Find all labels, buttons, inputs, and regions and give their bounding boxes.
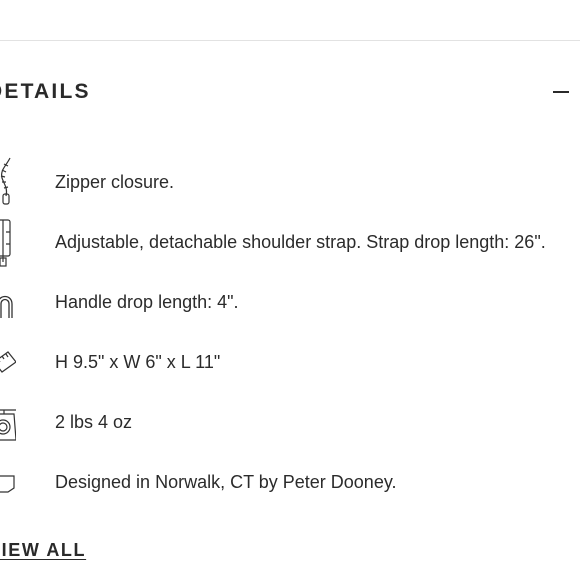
detail-text: Handle drop length: 4". — [55, 292, 239, 312]
detail-text: H 9.5" x W 6" x L 11" — [55, 352, 221, 372]
tag-icon — [0, 454, 16, 510]
detail-text: Designed in Norwalk, CT by Peter Dooney. — [55, 472, 397, 492]
details-list: Zipper closure. Adjustable, detachable s… — [0, 152, 580, 512]
detail-text: Adjustable, detachable shoulder strap. S… — [55, 232, 546, 252]
collapse-toggle-button[interactable] — [548, 78, 574, 106]
list-item: Designed in Norwalk, CT by Peter Dooney. — [0, 452, 580, 512]
product-details-panel: DETAILS Zipper closure. — [0, 0, 580, 580]
minus-icon — [553, 91, 569, 93]
details-accordion-header[interactable]: DETAILS — [0, 70, 580, 114]
list-item: Handle drop length: 4". — [0, 272, 580, 332]
handle-icon — [0, 274, 16, 330]
list-item: Zipper closure. — [0, 152, 580, 212]
view-all-link[interactable]: VIEW ALL — [0, 540, 86, 561]
ruler-icon — [0, 334, 16, 390]
section-title: DETAILS — [0, 80, 91, 103]
shoulder-strap-icon — [0, 214, 16, 270]
list-item: 2 lbs 4 oz — [0, 392, 580, 452]
list-item: Adjustable, detachable shoulder strap. S… — [0, 212, 580, 272]
detail-text: Zipper closure. — [55, 172, 175, 192]
scale-icon — [0, 394, 16, 450]
list-item: H 9.5" x W 6" x L 11" — [0, 332, 580, 392]
section-divider — [0, 40, 580, 41]
zipper-icon — [0, 154, 16, 210]
detail-text: 2 lbs 4 oz — [55, 412, 133, 432]
